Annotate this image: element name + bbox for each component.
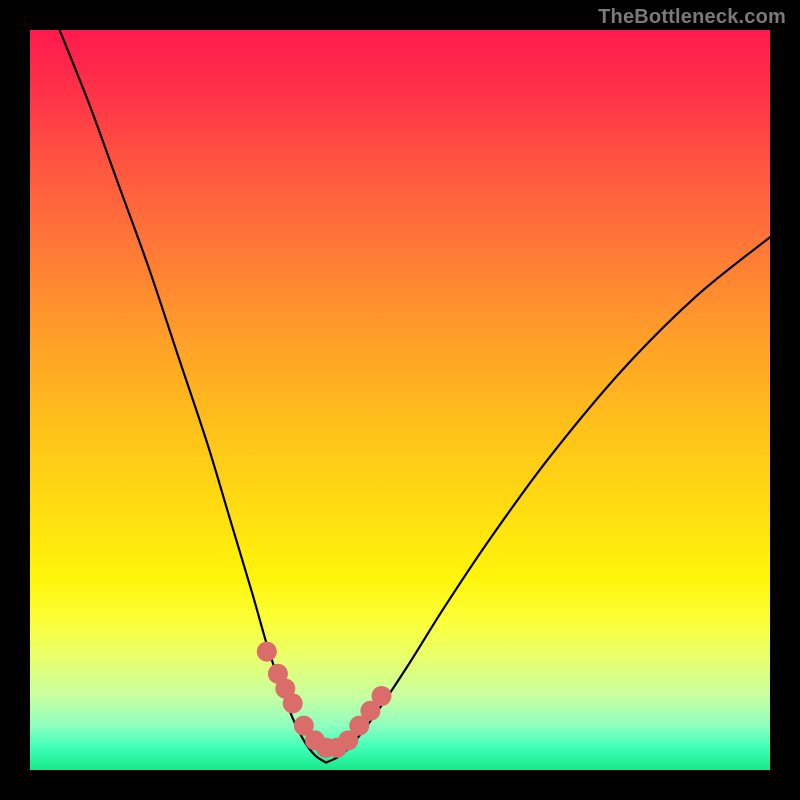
chart-frame: TheBottleneck.com [0, 0, 800, 800]
right-arm-curve [326, 237, 770, 762]
marker-block [340, 732, 356, 748]
marker-block [285, 695, 301, 711]
marker-block [374, 688, 390, 704]
left-arm-curve [60, 30, 326, 763]
marker-block [351, 718, 367, 734]
marker-block [296, 718, 312, 734]
curve-layer [30, 30, 770, 770]
plot-area [30, 30, 770, 770]
watermark-text: TheBottleneck.com [598, 6, 786, 29]
marker-block [259, 644, 275, 660]
marker-block [362, 703, 378, 719]
